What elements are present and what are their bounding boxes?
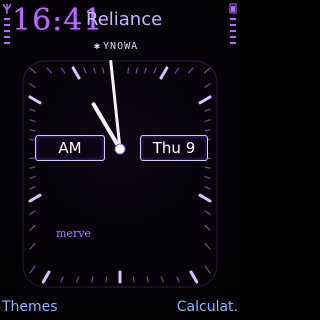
minute-tick [60,276,64,283]
minute-tick [176,276,180,283]
minute-tick [204,129,211,132]
hour-tick [41,270,51,284]
minute-tick [135,67,138,74]
hour-tick [28,193,42,203]
analog-clock[interactable]: AM Thu 9 merve [20,54,220,294]
minute-tick [102,67,105,74]
ampm-indicator: AM [35,135,105,161]
minute-tick [204,108,211,112]
minute-tick [146,276,149,283]
minute-tick [60,67,66,74]
theme-brand: merve [56,227,91,240]
minute-tick [204,119,211,123]
hour-tick [71,66,81,80]
minute-tick [83,67,87,74]
minute-tick [204,175,211,179]
minute-tick [29,166,36,169]
minute-tick [29,129,36,132]
softkey-themes[interactable]: Themes [2,298,58,316]
minute-tick [29,242,36,250]
clock-center-pin [114,143,126,155]
minute-tick [153,67,157,74]
minute-tick [29,224,36,231]
signal-strength-icon [2,3,12,44]
minute-tick [29,67,37,74]
minute-tick [204,83,211,88]
operator-name: Reliance [86,9,163,30]
minute-tick [187,67,194,74]
minute-tick [204,242,211,250]
minute-tick [29,108,36,112]
profile-label: YNOWA [103,41,139,52]
minute-tick [29,265,36,274]
hour-tick [198,95,212,105]
clock-bezel [22,60,218,288]
hour-tick [159,66,169,80]
minute-tick [76,276,80,283]
minute-tick [29,186,36,190]
minute-tick [46,67,53,74]
minute-tick [203,67,211,74]
minute-tick [93,67,96,74]
minute-tick [29,83,36,88]
minute-tick [204,210,211,215]
minute-tick [174,67,180,74]
minute-tick [105,276,108,283]
minute-tick [204,186,211,190]
hour-tick [28,95,42,105]
hour-tick [189,270,199,284]
minute-tick [204,224,211,231]
active-profile: ✱ YNOWA [94,40,138,54]
minute-tick [29,210,36,215]
bluetooth-icon: ✱ [94,41,102,52]
minute-tick [29,119,36,123]
idle-screen: 16:41 Reliance ✱ YNOWA AM Thu 9 merve The… [0,0,240,320]
minute-tick [204,265,211,274]
minute-tick [127,67,130,74]
battery-icon [229,3,237,44]
minute-tick [132,276,135,283]
clock-ticks [28,66,212,284]
softkey-calculator[interactable]: Calculat. [177,298,238,316]
clock-face [22,60,218,288]
minute-tick [29,175,36,179]
hour-tick [198,193,212,203]
minute-tick [204,166,211,169]
minute-tick [161,276,164,283]
date-indicator: Thu 9 [140,135,208,161]
minute-tick [91,276,94,283]
minute-tick [144,67,147,74]
